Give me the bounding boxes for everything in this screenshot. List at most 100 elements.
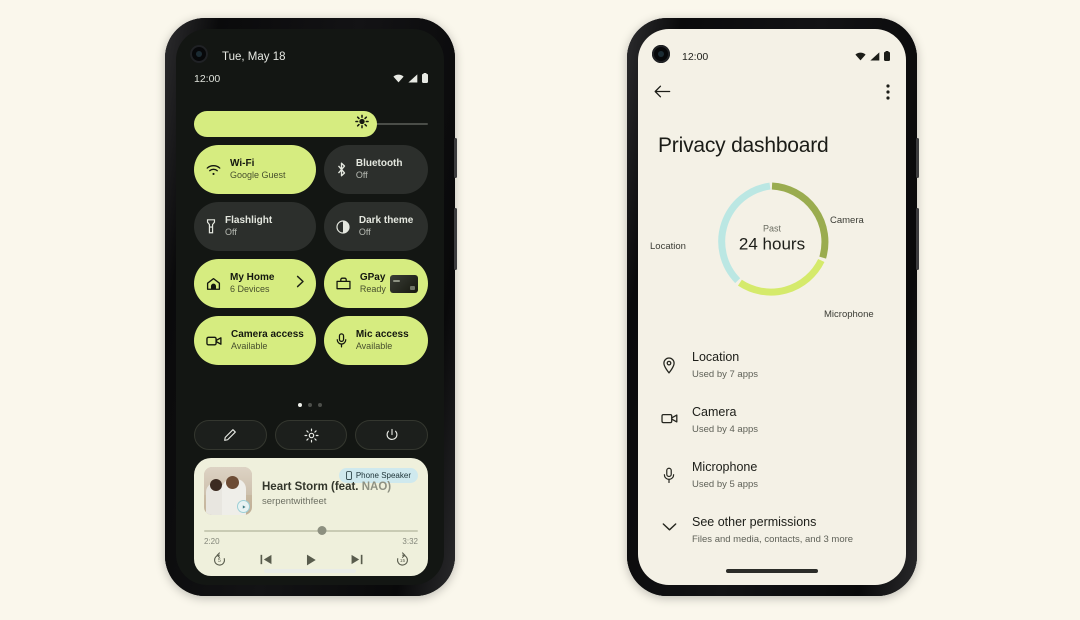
permission-subtitle: Used by 4 apps <box>692 424 759 435</box>
seek-knob[interactable] <box>317 526 327 535</box>
tile-title: Camera access <box>231 329 304 341</box>
permission-title: Microphone <box>692 460 758 474</box>
tile-bluetooth[interactable]: Bluetooth Off <box>323 145 428 194</box>
status-bar-icons <box>393 73 428 83</box>
wifi-icon <box>206 164 221 176</box>
media-header: Phone Speaker Heart Storm (feat. NAO) se… <box>204 467 418 515</box>
tile-flashlight[interactable]: Flashlight Off <box>194 202 316 251</box>
tile-wifi[interactable]: Wi-Fi Google Guest <box>194 145 316 194</box>
wifi-icon <box>855 52 866 60</box>
permission-title: Camera <box>692 405 737 419</box>
status-bar-date: Tue, May 18 <box>222 51 286 63</box>
tile-camera-access[interactable]: Camera access Available <box>194 316 316 365</box>
permission-title: See other permissions <box>692 515 817 529</box>
edit-tiles-button[interactable] <box>194 420 267 450</box>
output-device-label: Phone Speaker <box>355 471 411 480</box>
chevron-right-icon[interactable] <box>296 275 305 293</box>
donut-center-label: Past 24 hours <box>712 224 832 255</box>
gear-icon <box>303 427 319 443</box>
media-player-card[interactable]: Phone Speaker Heart Storm (feat. NAO) se… <box>194 458 428 576</box>
wifi-icon <box>393 74 404 82</box>
page-dot[interactable] <box>308 403 312 407</box>
settings-button[interactable] <box>274 420 348 450</box>
microphone-icon <box>336 333 347 348</box>
tile-subtitle: 6 Devices <box>230 284 270 295</box>
duration-time: 3:32 <box>402 537 418 546</box>
chevron-down-icon[interactable] <box>660 513 678 532</box>
quick-settings-panel: Tue, May 18 12:00 Wi-Fi Google Guest Blu… <box>176 29 444 585</box>
home-icon <box>206 277 221 291</box>
tile-dark-theme[interactable]: Dark theme Off <box>323 202 428 251</box>
play-badge-icon <box>237 500 250 513</box>
tile-subtitle: Available <box>231 341 268 352</box>
contrast-circle-icon <box>336 219 350 234</box>
permission-row-location[interactable]: Location Used by 7 apps <box>638 339 906 394</box>
page-dot[interactable] <box>298 403 302 407</box>
media-artist: serpentwithfeet <box>262 496 327 507</box>
power-icon <box>386 428 398 440</box>
status-bar-clock: 12:00 <box>194 73 221 85</box>
quick-settings-page-dots[interactable] <box>176 403 444 407</box>
volume-button-left-phone[interactable] <box>454 138 457 178</box>
permissions-list: Location Used by 7 apps Camera Used by 4… <box>638 339 906 559</box>
front-camera-punch-hole <box>652 45 670 63</box>
tile-title: Dark theme <box>358 215 414 227</box>
volume-button-right-phone[interactable] <box>916 138 919 178</box>
tile-title: Flashlight <box>225 215 273 227</box>
svg-text:5: 5 <box>218 558 221 564</box>
donut-label-location: Location <box>650 241 686 252</box>
permission-title: Location <box>692 350 740 364</box>
tile-gpay[interactable]: GPay Ready <box>323 259 428 308</box>
more-vertical-icon[interactable] <box>886 83 890 105</box>
battery-icon <box>422 73 428 83</box>
gesture-nav-bar[interactable] <box>726 569 818 573</box>
media-title-feature: NAO) <box>361 481 392 493</box>
cellular-signal-icon <box>870 51 880 60</box>
tile-subtitle: Off <box>355 170 368 181</box>
brightness-fill <box>194 111 377 137</box>
quick-settings-tiles: Wi-Fi Google Guest Bluetooth Off Flashli… <box>194 145 428 365</box>
screen-right: 12:00 Privacy dashboard Past 24 hours Ca… <box>638 29 906 585</box>
status-bar-icons <box>855 51 890 61</box>
tile-mic-access[interactable]: Mic access Available <box>323 316 428 365</box>
tile-title: Mic access <box>355 329 409 341</box>
permission-row-microphone[interactable]: Microphone Used by 5 apps <box>638 449 906 504</box>
page-dot[interactable] <box>318 403 322 407</box>
tile-title: Wi-Fi <box>230 158 255 170</box>
privacy-dashboard-panel: 12:00 Privacy dashboard Past 24 hours Ca… <box>638 29 906 585</box>
donut-label-past: Past <box>762 223 781 234</box>
tile-my-home[interactable]: My Home 6 Devices <box>194 259 316 308</box>
credit-card-thumbnail <box>390 274 418 293</box>
album-art[interactable] <box>204 467 252 515</box>
pencil-icon <box>224 429 237 441</box>
app-bar <box>638 77 906 111</box>
power-side-button-left-phone[interactable] <box>454 208 457 270</box>
brightness-slider[interactable] <box>194 111 428 137</box>
screenshot-stage: Tue, May 18 12:00 Wi-Fi Google Guest Blu… <box>0 0 1080 620</box>
wallet-icon <box>336 277 351 290</box>
permission-subtitle: Used by 5 apps <box>692 479 759 490</box>
donut-label-hours: 24 hours <box>738 234 806 254</box>
donut-label-camera: Camera <box>830 215 864 226</box>
cellular-signal-icon <box>408 73 418 82</box>
permission-usage-donut-chart: Past 24 hours Camera Microphone Location <box>638 179 906 320</box>
power-button[interactable] <box>355 420 429 450</box>
phone-icon <box>346 471 352 480</box>
page-title: Privacy dashboard <box>658 134 829 157</box>
permission-row-see-other[interactable]: See other permissions Files and media, c… <box>638 504 906 559</box>
brightness-sun-icon[interactable] <box>355 114 370 134</box>
phone-device-left: Tue, May 18 12:00 Wi-Fi Google Guest Blu… <box>165 18 457 596</box>
front-camera-punch-hole <box>190 45 208 63</box>
permission-subtitle: Used by 7 apps <box>692 369 759 380</box>
back-arrow-icon[interactable] <box>654 84 671 104</box>
permission-row-camera[interactable]: Camera Used by 4 apps <box>638 394 906 449</box>
album-art-head-right <box>226 476 239 489</box>
screen-left: Tue, May 18 12:00 Wi-Fi Google Guest Blu… <box>176 29 444 585</box>
tile-title: GPay <box>359 272 386 284</box>
media-seek-bar[interactable] <box>204 526 418 536</box>
media-title-main: Heart Storm (feat. <box>262 481 359 493</box>
elapsed-time: 2:20 <box>204 537 220 546</box>
tile-subtitle: Off <box>358 227 371 238</box>
gesture-nav-bar[interactable] <box>264 569 356 573</box>
power-side-button-right-phone[interactable] <box>916 208 919 270</box>
